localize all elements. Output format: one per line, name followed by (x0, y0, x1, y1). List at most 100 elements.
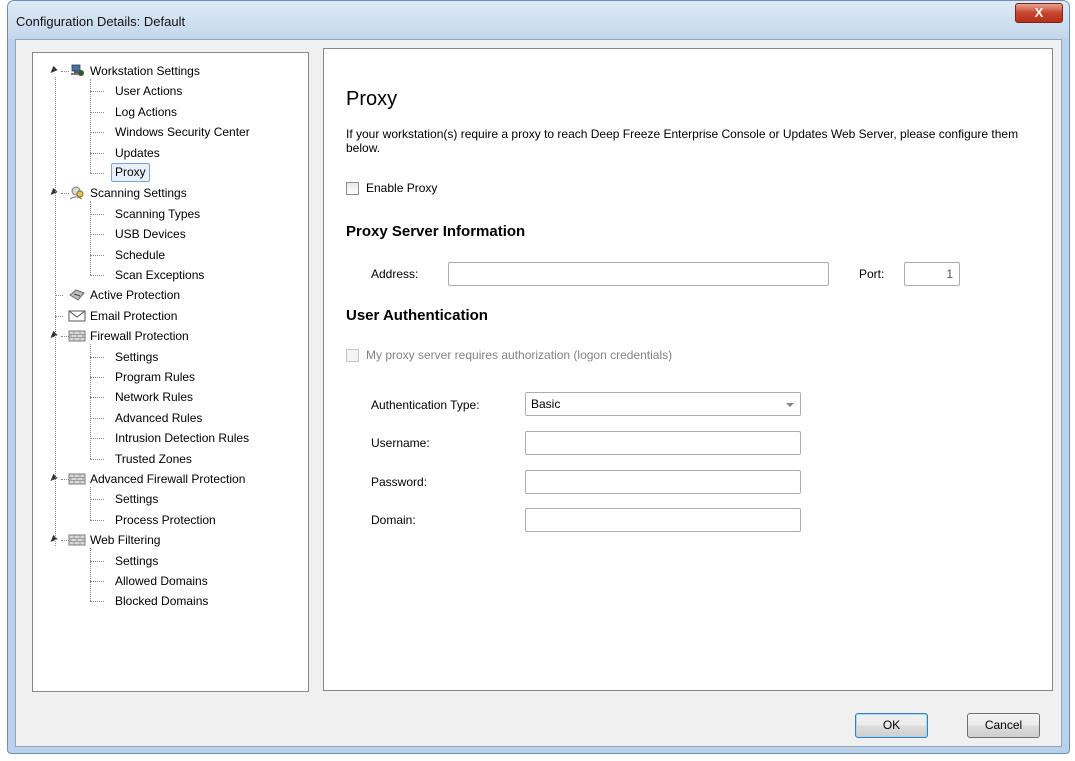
tree-branch-line (90, 344, 91, 459)
enable-proxy-label: Enable Proxy (366, 181, 438, 195)
tree-item[interactable]: Blocked Domains (33, 591, 303, 611)
auth-type-select[interactable]: Basic (525, 392, 801, 416)
tree-connector (90, 356, 104, 358)
tree-group-item[interactable]: Firewall Protection (33, 326, 303, 346)
tree-item[interactable]: Program Rules (33, 367, 303, 387)
tree-item[interactable]: USB Devices (33, 224, 303, 244)
proxy-description: If your workstation(s) require a proxy t… (346, 127, 1019, 155)
firewall-icon (68, 328, 86, 344)
tree-item-label: Advanced Rules (115, 410, 203, 425)
username-label: Username: (371, 436, 430, 450)
ok-button[interactable]: OK (855, 713, 928, 738)
tree-item-label: Updates (115, 145, 160, 160)
tree-item-label: Settings (115, 349, 159, 364)
tree-item[interactable]: Process Protection (33, 510, 303, 530)
tree-item-label: Process Protection (115, 512, 216, 527)
expand-arrow-icon[interactable] (48, 65, 58, 76)
user-authentication-heading: User Authentication (346, 307, 488, 324)
expand-arrow-icon[interactable] (48, 188, 58, 198)
tree-item-label: User Actions (115, 84, 183, 99)
tree-connector (90, 458, 104, 460)
page-title: Proxy (346, 88, 398, 110)
title-bar: Configuration Details: Default X (8, 1, 1069, 39)
settings-tree: Workstation Settings User Actions Log Acti… (32, 52, 309, 692)
tree-item-label: USB Devices (115, 227, 186, 242)
auth-type-value: Basic (531, 397, 561, 411)
username-input[interactable] (525, 431, 801, 455)
tree-item[interactable]: Settings (33, 551, 303, 571)
firewall-icon (68, 532, 86, 548)
tree-item-label: Log Actions (115, 104, 178, 119)
tree-item[interactable]: Advanced Rules (33, 408, 303, 428)
tree-item-label: Settings (115, 553, 159, 568)
tree-branch-line (90, 79, 91, 173)
workstation-icon (68, 63, 86, 79)
tree-item[interactable]: Schedule (33, 245, 303, 265)
tree-connector (90, 377, 104, 378)
tree-connector (90, 234, 104, 236)
tree-branch-line (90, 548, 91, 602)
expand-arrow-icon[interactable] (48, 331, 58, 341)
enable-proxy-checkbox[interactable] (346, 182, 359, 195)
tree-item-label: Firewall Protection (90, 329, 189, 344)
tree-item-label: Schedule (115, 247, 166, 262)
password-label: Password: (371, 475, 428, 489)
password-input[interactable] (525, 470, 801, 494)
tree-item[interactable]: Updates (33, 143, 303, 163)
tree-item-label: Web Filtering (90, 533, 161, 548)
tree-item[interactable]: Allowed Domains (33, 571, 303, 591)
tree-group-item[interactable]: Scanning Settings (33, 183, 303, 203)
window-title: Configuration Details: Default (16, 14, 186, 29)
tree-group-item[interactable]: Advanced Firewall Protection (33, 469, 303, 489)
tree-item[interactable]: Intrusion Detection Rules (33, 428, 303, 448)
port-input[interactable]: 1 (904, 262, 960, 286)
tree-item[interactable]: Scanning Types (33, 204, 303, 224)
tree-connector (90, 417, 104, 419)
tree-item-label: Scan Exceptions (115, 268, 205, 282)
tree-connector (90, 397, 104, 399)
tree-item[interactable]: Settings (33, 347, 303, 367)
tree-item-label: Allowed Domains (115, 574, 208, 588)
cancel-button[interactable]: Cancel (967, 713, 1040, 738)
tree-item[interactable]: Settings (33, 489, 303, 509)
port-label: Port: (859, 267, 885, 281)
tree-connector (90, 581, 104, 582)
close-button[interactable]: X (1015, 3, 1063, 23)
tree-item-label: Windows Security Center (115, 125, 250, 140)
active-protection-icon (68, 287, 86, 303)
address-input[interactable] (448, 262, 829, 286)
tree-item[interactable]: Windows Security Center (33, 122, 303, 142)
firewall-icon (68, 471, 86, 487)
requires-auth-checkbox[interactable] (346, 349, 359, 362)
configuration-dialog: Configuration Details: Default X Worksta… (7, 0, 1070, 754)
tree-item[interactable]: Network Rules (33, 387, 303, 407)
tree-item-label: Advanced Firewall Protection (90, 472, 246, 486)
tree-group-item[interactable]: Active Protection (33, 285, 303, 305)
scanning-icon (68, 185, 86, 201)
tree-item[interactable]: Scan Exceptions (33, 265, 303, 285)
tree-group-item[interactable]: Web Filtering (33, 530, 303, 550)
tree-item[interactable]: Log Actions (33, 102, 303, 122)
expand-arrow-icon[interactable] (48, 473, 58, 484)
tree-group-item[interactable]: Email Protection (33, 306, 303, 326)
tree-connector (90, 111, 104, 113)
requires-auth-label: My proxy server requires authorization (… (366, 348, 673, 362)
tree-item-label: Scanning Settings (90, 186, 187, 201)
domain-label: Domain: (371, 513, 416, 527)
address-label: Address: (371, 267, 419, 281)
expand-arrow-icon[interactable] (48, 535, 58, 545)
tree-connector (90, 519, 104, 521)
tree-group-item[interactable]: Workstation Settings (33, 61, 303, 81)
tree-item[interactable]: Proxy (33, 163, 303, 183)
tree-connector (90, 438, 104, 440)
tree-item[interactable]: User Actions (33, 81, 303, 101)
envelope-icon (68, 308, 86, 324)
tree-item[interactable]: Trusted Zones (33, 449, 303, 469)
tree-item-label: Active Protection (90, 288, 181, 303)
tree-connector (90, 152, 104, 154)
domain-input[interactable] (525, 508, 801, 532)
tree-item-label: Intrusion Detection Rules (115, 431, 250, 446)
tree-connector (90, 560, 104, 562)
tree-item-label: Settings (115, 492, 159, 507)
dialog-client-area: Workstation Settings User Actions Log Acti… (15, 39, 1062, 747)
